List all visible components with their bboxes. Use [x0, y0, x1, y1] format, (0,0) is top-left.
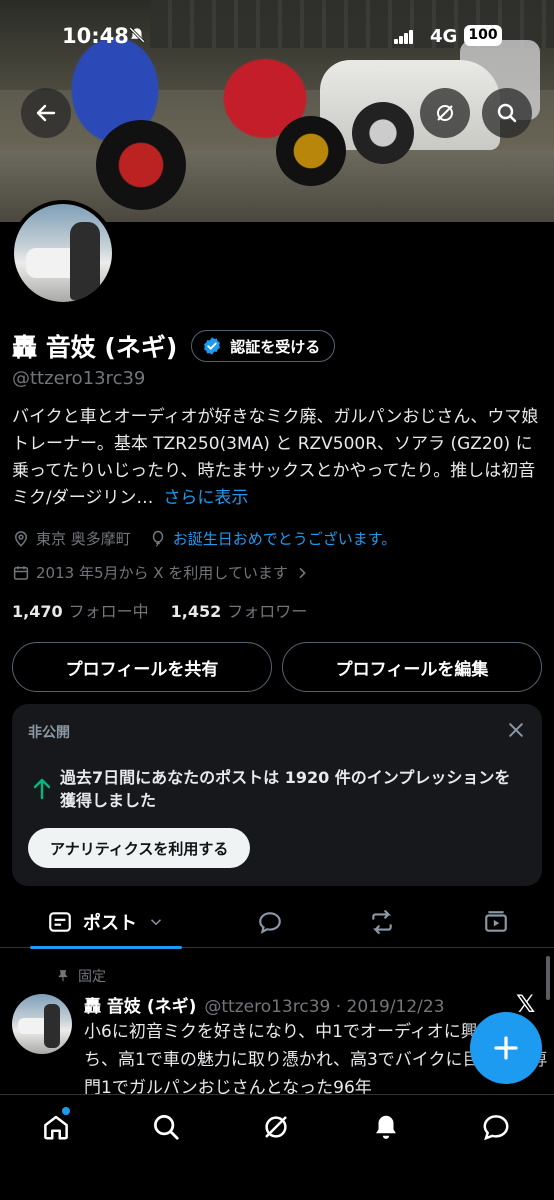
bio-text: バイクと車とオーディオが好きなミク廃、ガルパンおじさん、ウマ娘トレーナー。基本 …	[12, 407, 539, 508]
signal-icon	[394, 30, 414, 44]
home-icon	[44, 1115, 68, 1140]
balloon-icon	[152, 530, 164, 547]
banner-car-wheel	[352, 102, 414, 164]
follow-counts: 1,470 フォロー中 1,452 フォロワー	[12, 598, 307, 622]
tab-posts[interactable]: ポスト	[30, 896, 182, 949]
nav-search[interactable]	[146, 1109, 186, 1145]
grok-icon	[265, 1116, 287, 1138]
nav-grok[interactable]	[256, 1109, 296, 1145]
close-icon[interactable]	[506, 720, 526, 740]
reply-icon	[259, 912, 281, 934]
tab-replies[interactable]	[250, 896, 290, 948]
tab-posts-label: ポスト	[83, 913, 137, 934]
get-verified-button[interactable]: 認証を受ける	[191, 330, 336, 362]
profile-tabs: ポスト	[0, 896, 554, 949]
status-bar: 10:48 4G 100	[0, 18, 554, 58]
impressions-card: 非公開 過去7日間にあなたのポストは 1920 件のインプレッションを獲得しまし…	[12, 704, 542, 886]
chevron-down-icon	[150, 919, 162, 926]
message-icon	[483, 1115, 509, 1141]
silent-bell-icon	[128, 26, 146, 49]
scrollbar[interactable]	[546, 956, 550, 1000]
search-button[interactable]	[482, 88, 532, 138]
notification-dot	[62, 1107, 70, 1115]
battery-level: 100	[468, 27, 498, 43]
calendar-icon	[13, 565, 29, 580]
chevron-right-icon	[299, 567, 306, 578]
banner-bike-wheel	[276, 116, 346, 186]
nav-home[interactable]	[36, 1107, 76, 1145]
posts-icon	[49, 912, 71, 932]
bell-icon	[376, 1115, 396, 1139]
repost-icon	[372, 910, 392, 934]
video-icon	[485, 911, 507, 932]
pinned-label: 固定	[78, 969, 106, 985]
grok-icon	[437, 105, 453, 121]
show-more-link[interactable]: さらに表示	[163, 488, 248, 508]
status-time: 10:48	[62, 24, 129, 48]
battery-icon: 100	[464, 25, 502, 46]
active-tab-indicator	[30, 946, 182, 949]
bottom-navigation	[0, 1094, 554, 1200]
banner-bike-wheel	[96, 120, 186, 210]
post-handle-date: @ttzero13rc39 · 2019/12/23	[204, 997, 445, 1017]
profile-name: 轟 音妓 (ネギ)	[12, 333, 178, 362]
post-avatar[interactable]	[12, 994, 72, 1054]
following-label: フォロー中	[68, 602, 149, 621]
post-header: 轟 音妓 (ネギ) @ttzero13rc39 · 2019/12/23	[84, 992, 445, 1017]
profile-location: 東京 奥多摩町	[36, 530, 131, 548]
private-label: 非公開	[28, 725, 70, 741]
joined-date-row[interactable]: 2013 年5月から X を利用しています	[12, 562, 310, 583]
grok-button[interactable]	[420, 88, 470, 138]
profile-meta: 東京 奥多摩町 お誕生日おめでとうございます。	[12, 528, 396, 549]
edit-profile-button[interactable]: プロフィールを編集	[282, 642, 542, 692]
nav-messages[interactable]	[476, 1109, 516, 1145]
search-icon	[497, 103, 517, 123]
profile-bio: バイクと車とオーディオが好きなミク廃、ガルパンおじさん、ウマ娘トレーナー。基本 …	[12, 404, 542, 512]
nav-notifications[interactable]	[366, 1109, 406, 1145]
network-type: 4G	[430, 26, 458, 47]
search-icon	[154, 1115, 179, 1140]
following-count: 1,470	[12, 602, 63, 621]
followers-link[interactable]: 1,452 フォロワー	[171, 598, 308, 622]
avatar-person	[70, 222, 100, 300]
followers-count: 1,452	[170, 602, 222, 621]
tab-reposts[interactable]	[362, 896, 402, 948]
followers-label: フォロワー	[227, 602, 308, 621]
pinned-label-row: 固定	[56, 966, 106, 986]
analytics-button[interactable]: アナリティクスを利用する	[28, 828, 251, 868]
location-icon	[14, 530, 28, 547]
impressions-message: 過去7日間にあなたのポストは 1920 件のインプレッションを獲得しました	[60, 768, 511, 810]
back-button[interactable]	[21, 88, 71, 138]
post-author-name[interactable]: 轟 音妓 (ネギ)	[84, 997, 196, 1017]
profile-avatar[interactable]	[10, 200, 116, 306]
following-link[interactable]: 1,470 フォロー中	[12, 598, 149, 622]
post-avatar-person	[44, 1004, 60, 1048]
compose-post-button[interactable]	[470, 1012, 542, 1084]
back-arrow-icon	[36, 104, 56, 122]
plus-icon	[494, 1036, 518, 1060]
profile-handle: @ttzero13rc39	[12, 368, 146, 389]
birthday-greeting[interactable]: お誕生日おめでとうございます。	[173, 528, 397, 549]
verified-badge-icon	[204, 337, 221, 355]
joined-date: 2013 年5月から X を利用しています	[36, 564, 288, 582]
arrow-up-icon	[33, 778, 51, 800]
pin-icon	[58, 970, 68, 982]
get-verified-label: 認証を受ける	[230, 337, 321, 356]
share-profile-button[interactable]: プロフィールを共有	[12, 642, 272, 692]
profile-name-row: 轟 音妓 (ネギ) 認証を受ける	[12, 328, 336, 364]
tab-videos[interactable]	[476, 896, 516, 948]
